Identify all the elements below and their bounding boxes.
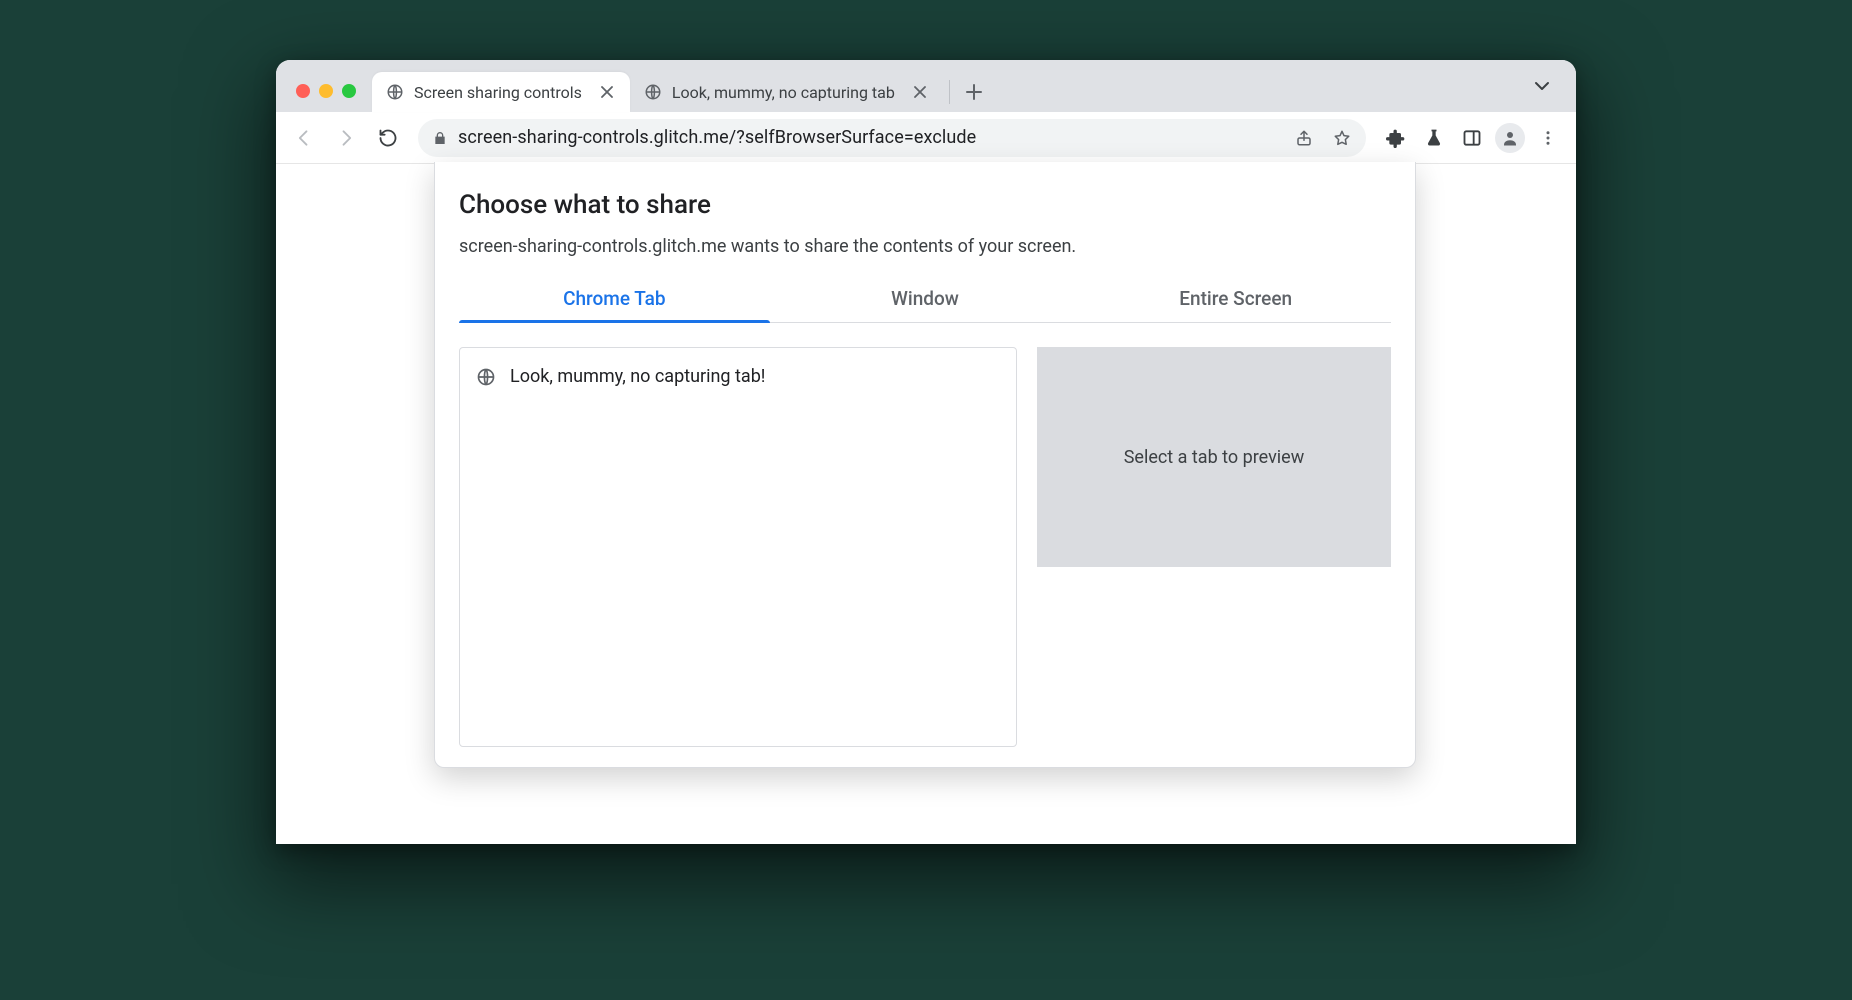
flask-icon[interactable] (1416, 120, 1452, 156)
picker-tab-chrome[interactable]: Chrome Tab (459, 277, 770, 322)
address-bar[interactable]: screen-sharing-controls.glitch.me/?selfB… (418, 119, 1366, 157)
close-window-button[interactable] (296, 84, 310, 98)
share-icon[interactable] (1290, 124, 1318, 152)
preview-pane: Select a tab to preview (1037, 347, 1391, 567)
close-tab-icon[interactable] (911, 83, 929, 101)
picker-tab-screen[interactable]: Entire Screen (1080, 277, 1391, 322)
tab-list-item-title: Look, mummy, no capturing tab! (510, 366, 765, 387)
screen-share-picker: Choose what to share screen-sharing-cont… (434, 162, 1416, 768)
page-content: Choose what to share screen-sharing-cont… (276, 164, 1576, 844)
tab-divider (949, 80, 950, 104)
close-tab-icon[interactable] (598, 83, 616, 101)
toolbar: screen-sharing-controls.glitch.me/?selfB… (276, 112, 1576, 164)
chrome-menu-icon[interactable] (1530, 120, 1566, 156)
forward-button[interactable] (328, 120, 364, 156)
lock-icon (432, 130, 448, 146)
tab-strip: Screen sharing controls Look, mummy, no … (276, 60, 1576, 112)
back-button[interactable] (286, 120, 322, 156)
profile-avatar[interactable] (1492, 120, 1528, 156)
picker-tabs: Chrome Tab Window Entire Screen (459, 277, 1391, 323)
url-text: screen-sharing-controls.glitch.me/?selfB… (458, 127, 1280, 148)
globe-icon (644, 83, 662, 101)
globe-icon (386, 83, 404, 101)
fullscreen-window-button[interactable] (342, 84, 356, 98)
globe-icon (476, 367, 496, 387)
tab-list: Look, mummy, no capturing tab! (459, 347, 1017, 747)
picker-tab-window[interactable]: Window (770, 277, 1081, 322)
tab-title: Screen sharing controls (414, 83, 582, 102)
new-tab-button[interactable] (958, 76, 990, 108)
reload-button[interactable] (370, 120, 406, 156)
browser-tab-active[interactable]: Screen sharing controls (372, 72, 630, 112)
browser-tab-inactive[interactable]: Look, mummy, no capturing tab (630, 72, 943, 112)
toolbar-right (1378, 120, 1566, 156)
tabs-row: Screen sharing controls Look, mummy, no … (372, 72, 994, 112)
picker-subtitle: screen-sharing-controls.glitch.me wants … (459, 236, 1391, 257)
tab-search-dropdown[interactable] (1528, 72, 1556, 100)
extensions-icon[interactable] (1378, 120, 1414, 156)
preview-placeholder: Select a tab to preview (1124, 447, 1305, 468)
tab-title: Look, mummy, no capturing tab (672, 83, 895, 102)
bookmark-star-icon[interactable] (1328, 124, 1356, 152)
side-panel-icon[interactable] (1454, 120, 1490, 156)
window-controls (296, 84, 356, 98)
picker-body: Look, mummy, no capturing tab! Select a … (459, 347, 1391, 747)
minimize-window-button[interactable] (319, 84, 333, 98)
browser-window: Screen sharing controls Look, mummy, no … (276, 60, 1576, 844)
tab-list-item[interactable]: Look, mummy, no capturing tab! (476, 362, 1000, 391)
picker-title: Choose what to share (459, 190, 1391, 220)
